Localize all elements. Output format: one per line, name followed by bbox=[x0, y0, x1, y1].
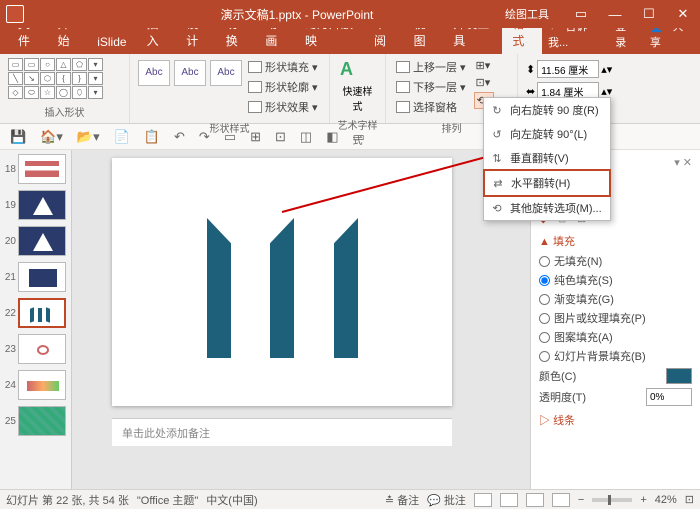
style-preset[interactable]: Abc bbox=[138, 60, 170, 86]
width-icon: ⬌ bbox=[526, 85, 535, 98]
minimize-button[interactable]: — bbox=[598, 0, 632, 28]
selection-pane-button[interactable]: 选择窗格 bbox=[394, 98, 468, 116]
rotate-right-icon: ↻ bbox=[490, 104, 504, 116]
section-fill[interactable]: ▲ 填充 bbox=[539, 233, 692, 249]
fill-none[interactable]: 无填充(N) bbox=[539, 253, 692, 269]
qat-new-icon[interactable]: 📄 bbox=[114, 129, 130, 145]
more-icon: ⟲ bbox=[490, 202, 504, 214]
flip-h-icon: ⇄ bbox=[491, 177, 505, 189]
shapes-gallery[interactable]: ▭▭○△⬠▾ ╲↘⬡{}▾ ◇⬭☆◯⬯▾ bbox=[8, 58, 121, 99]
group-label: 插入形状 bbox=[6, 102, 123, 121]
contextual-tab-label: 绘图工具 bbox=[505, 6, 549, 22]
bring-forward-button[interactable]: 上移一层 ▾ bbox=[394, 58, 468, 76]
color-swatch[interactable] bbox=[666, 368, 692, 384]
outline-icon bbox=[248, 81, 262, 93]
thumb-22[interactable]: 22 bbox=[2, 298, 69, 328]
transparency-label: 透明度(T) bbox=[539, 389, 586, 405]
fill-gradient[interactable]: 渐变填充(G) bbox=[539, 291, 692, 307]
fill-icon bbox=[248, 61, 262, 73]
thumb-18[interactable]: 18 bbox=[2, 154, 69, 184]
style-preset[interactable]: Abc bbox=[174, 60, 206, 86]
status-theme: "Office 主题" bbox=[137, 492, 198, 508]
maximize-button[interactable]: ☐ bbox=[632, 0, 666, 28]
slide-canvas[interactable]: 单击此处添加备注 bbox=[72, 150, 530, 489]
slide-thumbnails[interactable]: 18 19 20 21 22 23 24 25 bbox=[0, 150, 72, 489]
flip-v-icon: ⇅ bbox=[490, 152, 504, 164]
thumb-25[interactable]: 25 bbox=[2, 406, 69, 436]
thumb-20[interactable]: 20 bbox=[2, 226, 69, 256]
thumb-21[interactable]: 21 bbox=[2, 262, 69, 292]
view-reading-icon[interactable] bbox=[526, 493, 544, 507]
fill-picture[interactable]: 图片或纹理填充(P) bbox=[539, 310, 692, 326]
zoom-value[interactable]: 42% bbox=[655, 494, 677, 506]
thumb-24[interactable]: 24 bbox=[2, 370, 69, 400]
shape-effects-button[interactable]: 形状效果 ▾ bbox=[246, 98, 320, 116]
flip-vertical[interactable]: ⇅垂直翻转(V) bbox=[484, 146, 610, 170]
status-notes[interactable]: ≛ 备注 bbox=[385, 492, 419, 508]
fill-slidebg[interactable]: 幻灯片背景填充(B) bbox=[539, 348, 692, 364]
status-comments[interactable]: 💬 批注 bbox=[427, 492, 466, 508]
qat-home-icon[interactable]: 🏠▾ bbox=[40, 129, 63, 145]
height-input[interactable] bbox=[537, 60, 599, 78]
ribbon-group-insert-shapes: ▭▭○△⬠▾ ╲↘⬡{}▾ ◇⬭☆◯⬯▾ 插入形状 bbox=[0, 54, 130, 123]
view-normal-icon[interactable] bbox=[474, 493, 492, 507]
color-label: 颜色(C) bbox=[539, 368, 576, 384]
rotate-left-icon: ↺ bbox=[490, 128, 504, 140]
qat-open-icon[interactable]: 📂▾ bbox=[77, 129, 100, 145]
fill-solid[interactable]: 纯色填充(S) bbox=[539, 272, 692, 288]
status-lang[interactable]: 中文(中国) bbox=[206, 492, 257, 508]
rotate-left-90[interactable]: ↺向左旋转 90°(L) bbox=[484, 122, 610, 146]
shape-bar-mid[interactable] bbox=[270, 218, 294, 358]
height-icon: ⬍ bbox=[526, 63, 535, 76]
zoom-out-button[interactable]: − bbox=[578, 494, 584, 506]
window-title: 演示文稿1.pptx - PowerPoint bbox=[30, 6, 564, 23]
more-rotation-options[interactable]: ⟲其他旋转选项(M)... bbox=[484, 196, 610, 220]
effects-icon bbox=[248, 101, 262, 113]
group-label: 艺术字样式 bbox=[336, 115, 379, 149]
view-slideshow-icon[interactable] bbox=[552, 493, 570, 507]
qat-save-icon[interactable]: 💾 bbox=[10, 129, 26, 145]
zoom-slider[interactable] bbox=[592, 498, 632, 502]
style-preset[interactable]: Abc bbox=[210, 60, 242, 86]
close-button[interactable]: ✕ bbox=[666, 0, 700, 28]
backward-icon bbox=[396, 81, 410, 93]
flip-horizontal[interactable]: ⇄水平翻转(H) bbox=[483, 169, 611, 197]
current-slide[interactable] bbox=[112, 158, 452, 406]
ribbon-opts-icon[interactable]: ▭ bbox=[564, 0, 598, 28]
zoom-in-button[interactable]: + bbox=[640, 494, 646, 506]
shape-fill-button[interactable]: 形状填充 ▾ bbox=[246, 58, 320, 76]
rotate-dropdown: ↻向右旋转 90 度(R) ↺向左旋转 90°(L) ⇅垂直翻转(V) ⇄水平翻… bbox=[483, 97, 611, 221]
status-slide: 幻灯片 第 22 张, 共 54 张 bbox=[6, 492, 129, 508]
shape-bar-left[interactable] bbox=[207, 218, 231, 358]
align-button[interactable]: ⊞▾ bbox=[474, 58, 495, 73]
notes-pane[interactable]: 单击此处添加备注 bbox=[112, 418, 452, 446]
shape-outline-button[interactable]: 形状轮廓 ▾ bbox=[246, 78, 320, 96]
fit-window-icon[interactable]: ⊡ bbox=[685, 493, 694, 506]
statusbar: 幻灯片 第 22 张, 共 54 张 "Office 主题" 中文(中国) ≛ … bbox=[0, 489, 700, 509]
thumb-19[interactable]: 19 bbox=[2, 190, 69, 220]
view-sorter-icon[interactable] bbox=[500, 493, 518, 507]
titlebar: 演示文稿1.pptx - PowerPoint 绘图工具 ▭ — ☐ ✕ bbox=[0, 0, 700, 28]
section-line[interactable]: ▷ 线条 bbox=[539, 412, 692, 428]
rotate-right-90[interactable]: ↻向右旋转 90 度(R) bbox=[484, 98, 610, 122]
thumb-23[interactable]: 23 bbox=[2, 334, 69, 364]
selection-icon bbox=[396, 101, 410, 113]
group-button[interactable]: ⊡▾ bbox=[474, 75, 495, 90]
app-icon bbox=[6, 5, 24, 23]
transparency-input[interactable] bbox=[646, 388, 692, 406]
ribbon-group-shape-styles: Abc Abc Abc 形状填充 ▾ 形状轮廓 ▾ 形状效果 ▾ 形状样式 bbox=[130, 54, 330, 123]
quick-styles-button[interactable]: A bbox=[338, 58, 377, 81]
forward-icon bbox=[396, 61, 410, 73]
group-label: 形状样式 bbox=[136, 118, 323, 137]
send-backward-button[interactable]: 下移一层 ▾ bbox=[394, 78, 468, 96]
tab-islide[interactable]: iSlide bbox=[87, 30, 136, 54]
ribbon-tabs: 文件 开始 iSlide 插入 设计 切换 动画 幻灯片放映 审阅 视图 开发工… bbox=[0, 28, 700, 54]
shape-bar-right[interactable] bbox=[334, 218, 358, 358]
ribbon-group-wordart: A快速样式 艺术字样式 bbox=[330, 54, 386, 123]
fill-pattern[interactable]: 图案填充(A) bbox=[539, 329, 692, 345]
